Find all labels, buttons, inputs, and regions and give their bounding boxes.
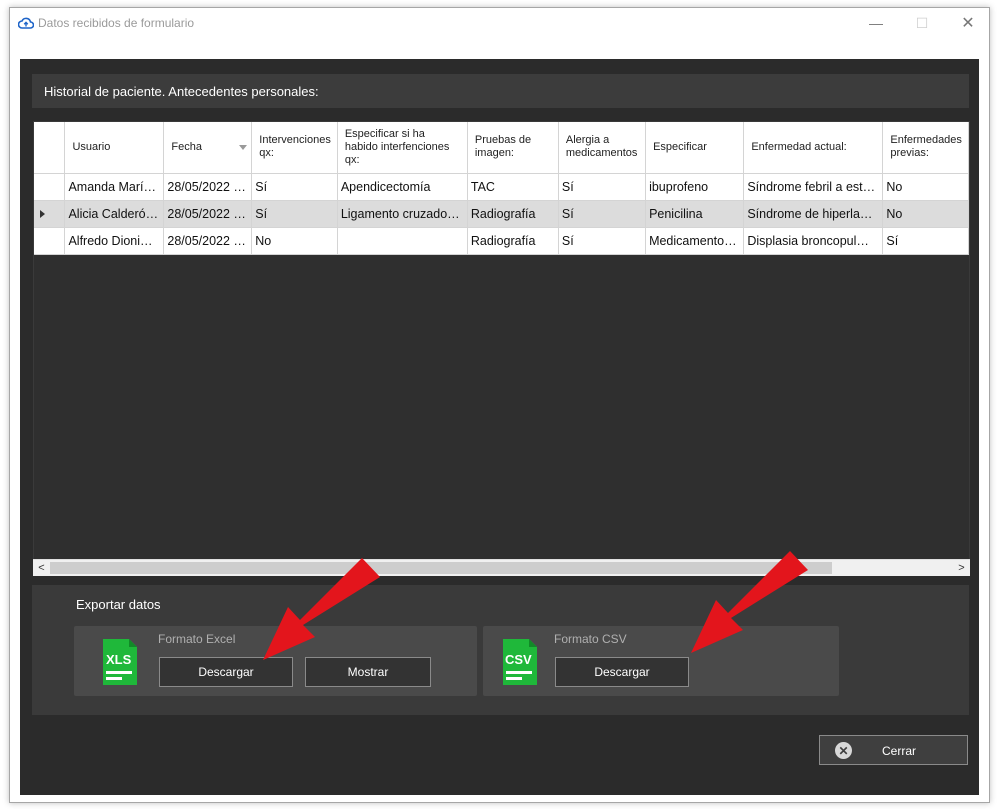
table-cell[interactable]: Sí [558,173,647,201]
table-cell[interactable]: 28/05/2022 … [163,227,253,255]
horizontal-scrollbar[interactable]: < > [33,559,970,576]
current-row-indicator-icon [40,209,45,218]
dialog-window: Datos recibidos de formulario — ☐ ✕ Hist… [9,7,990,803]
column-header[interactable]: Pruebas de imagen: [467,122,559,174]
csv-format-group: CSV Formato CSV Descargar [483,626,839,696]
table-cell[interactable]: ibuprofeno [645,173,745,201]
table-cell[interactable]: Sí [558,227,647,255]
scroll-thumb[interactable] [50,562,832,574]
column-header-label: Fecha [171,140,202,153]
scroll-right-button[interactable]: > [953,560,970,576]
column-header[interactable]: Especificar si ha habido interfenciones … [337,122,468,174]
table-cell[interactable]: Sí [251,173,338,201]
maximize-button[interactable]: ☐ [899,8,945,38]
column-header[interactable]: Especificar [645,122,745,174]
column-header[interactable]: Usuario [64,122,165,174]
csv-format-label: Formato CSV [554,632,627,646]
excel-show-button[interactable]: Mostrar [305,657,431,687]
csv-icon-text: CSV [505,652,532,667]
table-cell[interactable]: Radiografía [467,227,559,255]
row-header[interactable] [34,227,66,255]
table-cell[interactable]: Radiografía [467,200,559,228]
minimize-button[interactable]: — [853,8,899,38]
table-cell[interactable]: No [882,173,969,201]
table-cell[interactable]: Displasia broncopul… [743,227,884,255]
table-row[interactable]: Amanda Marí… 28/05/2022 … Sí Apendicectomía… [34,173,969,201]
section-header: Historial de paciente. Antecedentes pers… [32,74,969,108]
table-cell[interactable]: No [251,227,338,255]
xls-icon-text: XLS [106,652,132,667]
export-title: Exportar datos [76,597,161,612]
csv-file-icon: CSV [503,639,537,685]
title-bar: Datos recibidos de formulario — ☐ ✕ [10,8,989,38]
data-table: Usuario Fecha Intervenciones qx: Especif… [34,122,969,255]
column-header[interactable]: Enfermedades previas: [882,122,969,174]
close-window-button[interactable]: ✕ [945,8,991,38]
excel-download-button[interactable]: Descargar [159,657,293,687]
table-cell[interactable]: Ligamento cruzado… [337,200,468,228]
xls-file-icon: XLS [103,639,137,685]
column-header[interactable]: Fecha [163,122,253,174]
table-cell[interactable]: No [882,200,969,228]
table-cell[interactable]: Penicilina [645,200,745,228]
column-header[interactable]: Intervenciones qx: [251,122,338,174]
row-header[interactable] [34,173,66,201]
table-cell[interactable] [337,227,468,255]
close-circle-icon: ✕ [835,742,852,759]
table-cell[interactable]: Síndrome febril a est… [743,173,884,201]
table-cell[interactable]: Medicamento… [645,227,745,255]
row-header-corner [34,122,66,174]
column-header[interactable]: Alergia a medicamentos [558,122,647,174]
table-cell[interactable]: Sí [251,200,338,228]
table-cell[interactable]: 28/05/2022 … [163,200,253,228]
table-cell[interactable]: Alfredo Dioni… [64,227,165,255]
excel-format-label: Formato Excel [158,632,236,646]
cloud-upload-icon [18,17,34,29]
excel-format-group: XLS Formato Excel Descargar Mostrar [74,626,477,696]
table-cell[interactable]: Apendicectomía [337,173,468,201]
table-row[interactable]: Alicia Calderó… 28/05/2022 … Sí Ligamento c… [34,200,969,228]
table-cell[interactable]: Amanda Marí… [64,173,165,201]
table-cell[interactable]: 28/05/2022 … [163,173,253,201]
window-title: Datos recibidos de formulario [38,16,195,30]
column-header[interactable]: Enfermedad actual: [743,122,884,174]
table-cell[interactable]: Alicia Calderó… [64,200,165,228]
table-row[interactable]: Alfredo Dioni… 28/05/2022 … No Radiografía S… [34,227,969,255]
section-title: Historial de paciente. Antecedentes pers… [44,84,319,99]
sort-descending-icon [239,145,248,150]
close-button-label: Cerrar [882,744,917,758]
patient-history-grid[interactable]: Usuario Fecha Intervenciones qx: Especif… [33,121,970,569]
table-cell[interactable]: Sí [882,227,969,255]
client-area: Historial de paciente. Antecedentes pers… [20,59,979,795]
table-cell[interactable]: TAC [467,173,559,201]
scroll-left-button[interactable]: < [33,560,50,576]
row-header[interactable] [34,200,66,228]
table-cell[interactable]: Sí [558,200,647,228]
export-panel: Exportar datos XLS Formato Excel Descarg… [32,585,969,715]
csv-download-button[interactable]: Descargar [555,657,689,687]
table-cell[interactable]: Síndrome de hiperla… [743,200,884,228]
close-button[interactable]: ✕ Cerrar [819,735,968,765]
